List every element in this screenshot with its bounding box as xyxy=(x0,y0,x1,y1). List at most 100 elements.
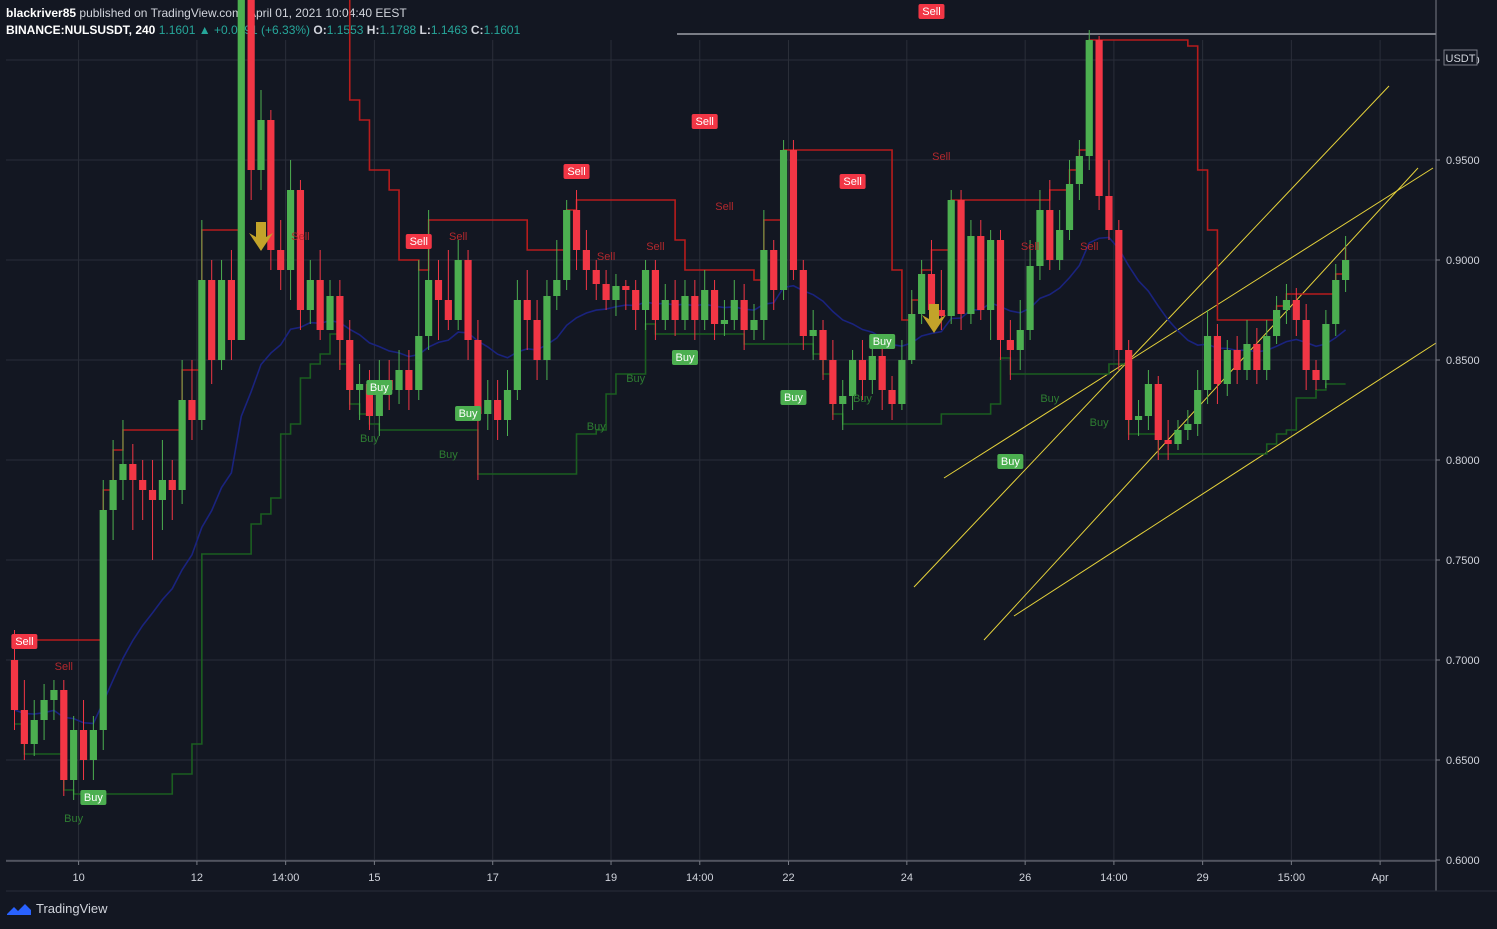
candle-body xyxy=(523,300,531,320)
candle-body xyxy=(720,320,729,324)
time-tick-label: 22 xyxy=(782,872,794,884)
channel-line xyxy=(943,167,1434,479)
time-tick-label: 14:00 xyxy=(272,872,300,884)
candle-body xyxy=(671,300,679,320)
signal-buy-label: Buy xyxy=(784,392,803,404)
candle-body xyxy=(513,300,521,390)
candle-body xyxy=(1342,260,1350,280)
time-tick-label: 12 xyxy=(191,872,203,884)
candle-body xyxy=(1144,384,1152,416)
candle-body xyxy=(701,290,709,320)
candle-body xyxy=(178,400,186,490)
price-tick-label: 0.9500 xyxy=(1446,155,1480,167)
candle-body xyxy=(425,280,433,336)
candle-body xyxy=(1134,416,1143,420)
candle-body xyxy=(60,690,68,780)
candle-body xyxy=(1213,336,1222,384)
signal-buy-label: Buy xyxy=(675,352,694,364)
candle-body xyxy=(1154,384,1162,440)
candle-body xyxy=(829,360,837,404)
price-tick-label: 0.6000 xyxy=(1446,855,1480,867)
candle-body xyxy=(572,210,581,250)
signal-sell-text: Sell xyxy=(1080,241,1098,253)
candle-body xyxy=(967,236,975,314)
currency-label: USDT xyxy=(1446,53,1476,65)
time-tick-label: 15 xyxy=(368,872,380,884)
candle-body xyxy=(799,270,807,336)
candle-body xyxy=(789,150,798,270)
candle-body xyxy=(10,660,19,710)
candle-body xyxy=(267,120,275,250)
candle-body xyxy=(257,120,265,170)
candle-body xyxy=(878,356,886,390)
candle-body xyxy=(444,300,452,320)
candle-body xyxy=(1203,336,1212,390)
candle-body xyxy=(227,280,236,340)
candle-body xyxy=(543,296,551,360)
candle-body xyxy=(1302,320,1310,370)
tradingview-logo-icon xyxy=(7,903,31,915)
time-tick-label: 14:00 xyxy=(1100,872,1128,884)
signal-buy-label: Buy xyxy=(1001,456,1020,468)
candle-body xyxy=(553,280,561,296)
signal-sell-text: Sell xyxy=(1021,241,1039,253)
candle-body xyxy=(918,274,926,314)
signal-buy-text: Buy xyxy=(1040,393,1059,405)
candle-body xyxy=(691,296,699,320)
candle-body xyxy=(632,290,640,310)
candle-body xyxy=(198,280,206,420)
candle-body xyxy=(996,240,1005,340)
candle-body xyxy=(779,150,788,290)
candle-body xyxy=(415,336,423,390)
candle-body xyxy=(296,190,305,310)
candle-body xyxy=(306,280,314,310)
candle-body xyxy=(1332,280,1340,324)
candle-body xyxy=(809,330,817,336)
candle-body xyxy=(503,390,512,420)
candle-body xyxy=(1095,40,1103,196)
signal-buy-text: Buy xyxy=(439,449,458,461)
time-tick-label: 14:00 xyxy=(686,872,714,884)
candle-body xyxy=(158,480,166,500)
candle-body xyxy=(1292,300,1300,320)
candle-body xyxy=(237,0,245,340)
signal-buy-text: Buy xyxy=(853,393,872,405)
time-tick-label: 24 xyxy=(901,872,913,884)
signal-sell-label: Sell xyxy=(696,116,714,128)
signal-buy-label: Buy xyxy=(459,408,478,420)
signal-sell-label: Sell xyxy=(567,166,585,178)
signal-buy-text: Buy xyxy=(360,433,379,445)
candle-body xyxy=(168,480,176,490)
time-tick-label: 17 xyxy=(487,872,499,884)
candle-body xyxy=(89,730,97,760)
candle-body xyxy=(20,710,28,744)
candle-body xyxy=(1115,230,1123,350)
candle-body xyxy=(947,200,955,316)
candle-body xyxy=(40,700,48,720)
signal-sell-label: Sell xyxy=(410,236,428,248)
candle-body xyxy=(474,340,482,414)
candle-body xyxy=(760,250,768,320)
candle-body xyxy=(50,690,58,700)
candle-body xyxy=(1056,230,1064,260)
candle-body xyxy=(30,720,38,744)
signal-buy-label: Buy xyxy=(84,792,103,804)
price-chart[interactable]: SellSellBuyBuySellSellBuyBuySellSellBuyB… xyxy=(0,0,1497,929)
candle-body xyxy=(1075,156,1083,184)
signal-buy-text: Buy xyxy=(626,373,645,385)
candle-body xyxy=(582,250,590,270)
price-tick-label: 0.7500 xyxy=(1446,555,1480,567)
candle-body xyxy=(839,396,847,404)
candle-body xyxy=(1026,266,1034,330)
candle-body xyxy=(247,0,255,170)
candle-body xyxy=(1174,430,1182,444)
price-tick-label: 0.7000 xyxy=(1446,655,1480,667)
candle-body xyxy=(1243,344,1251,370)
candle-body xyxy=(1125,350,1133,420)
candle-body xyxy=(208,280,216,360)
candle-body xyxy=(70,730,78,780)
time-tick-label: 29 xyxy=(1197,872,1209,884)
candle-body xyxy=(908,314,916,360)
candle-body xyxy=(1322,324,1330,380)
candle-body xyxy=(346,340,354,390)
